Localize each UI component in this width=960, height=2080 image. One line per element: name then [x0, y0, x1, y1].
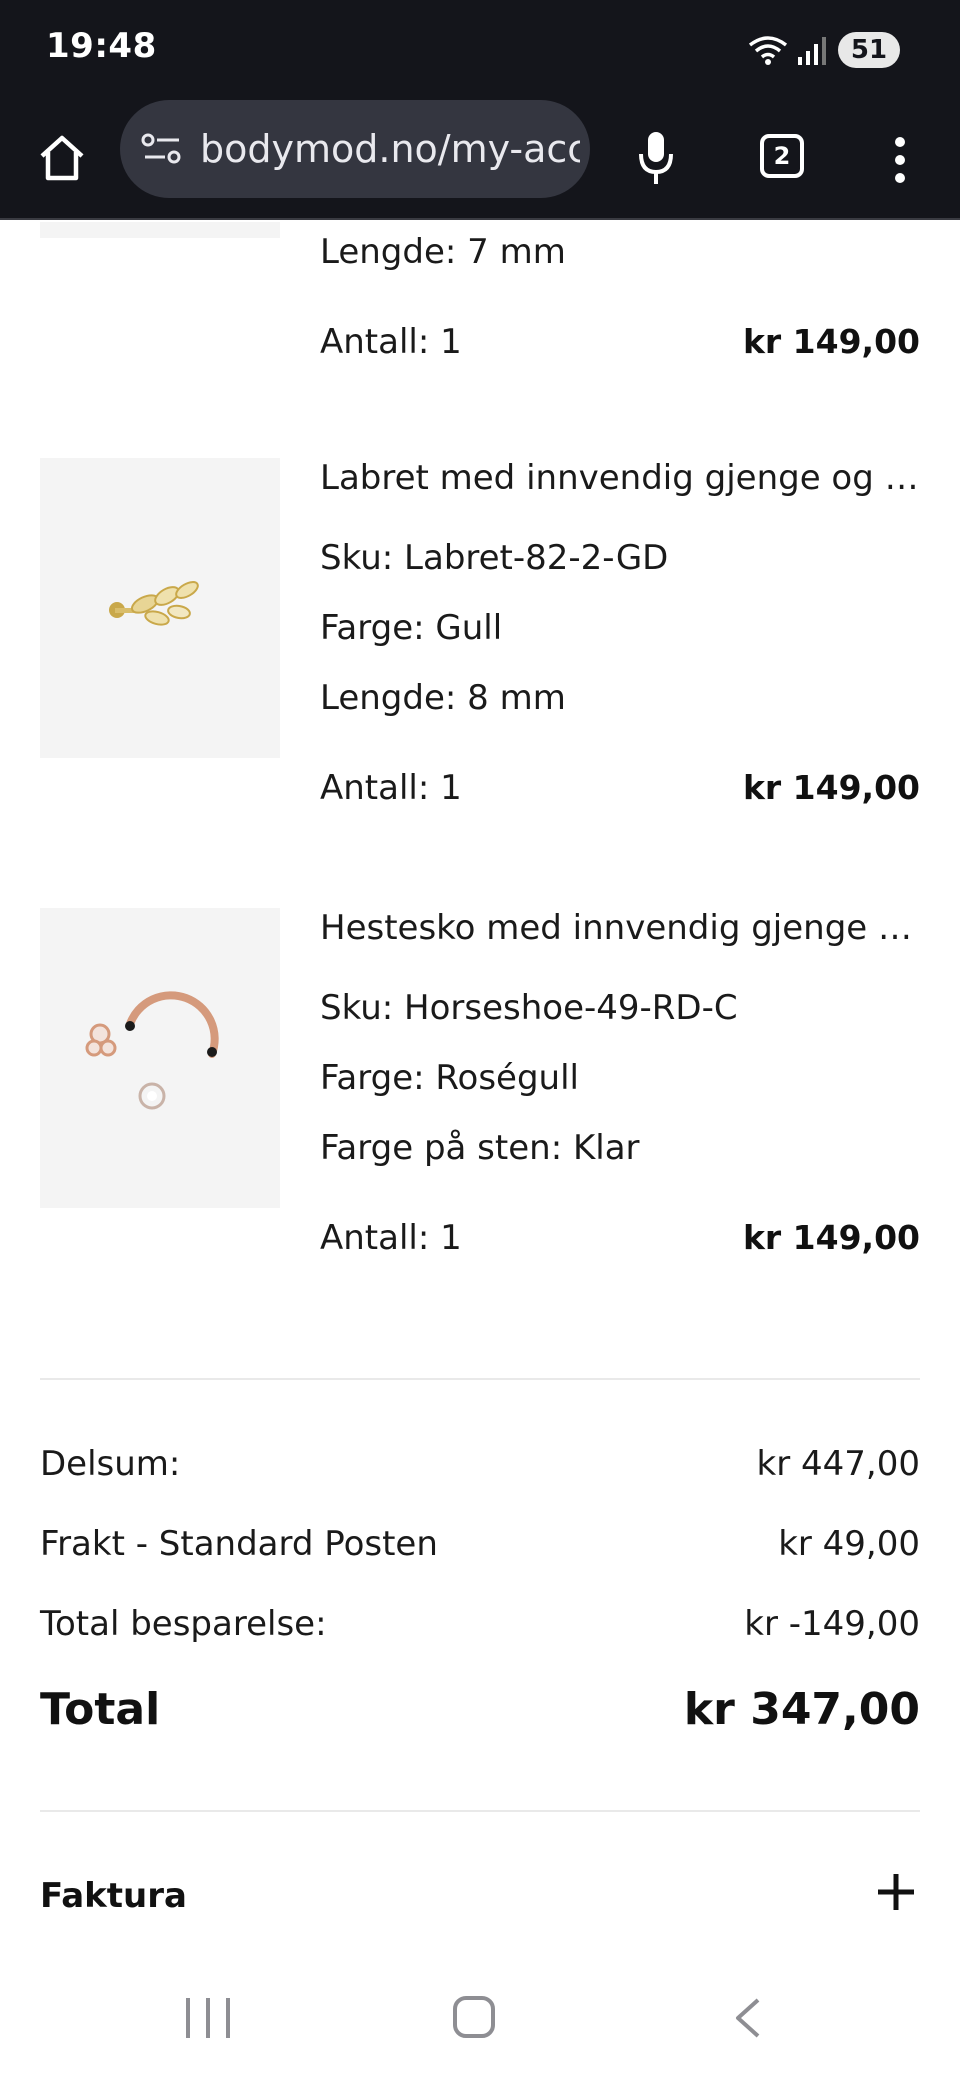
- shipping-label: Frakt - Standard Posten: [40, 1524, 438, 1564]
- system-home-button[interactable]: [453, 1996, 495, 2038]
- savings-row: Total besparelse: kr -149,00: [40, 1604, 920, 1644]
- status-bar: 19:48 51: [0, 0, 960, 100]
- more-vert-icon: [895, 137, 905, 183]
- home-icon: [40, 135, 84, 181]
- item-price: kr 149,00: [742, 768, 920, 807]
- total-value: kr 347,00: [683, 1684, 920, 1735]
- recent-apps-button[interactable]: [186, 1998, 230, 2042]
- browser-menu-button[interactable]: [870, 124, 930, 196]
- system-nav-bar: [0, 1970, 960, 2080]
- item-sku: Sku: Horseshoe-49-RD-C: [320, 988, 738, 1028]
- item-name[interactable]: Labret med innvendig gjenge og bl...: [320, 458, 920, 498]
- product-image: [40, 908, 280, 1208]
- total-row: Total kr 347,00: [40, 1684, 920, 1735]
- savings-label: Total besparelse:: [40, 1604, 327, 1644]
- url-text[interactable]: bodymod.no/my-acc: [200, 127, 580, 171]
- wifi-icon: [748, 36, 788, 65]
- divider: [40, 1810, 920, 1812]
- site-settings-icon[interactable]: [138, 125, 186, 173]
- item-length: Lengde: 7 mm: [320, 232, 566, 272]
- item-price: kr 149,00: [742, 322, 920, 361]
- product-image: [40, 222, 280, 238]
- item-color: Farge: Roségull: [320, 1058, 579, 1098]
- shipping-row: Frakt - Standard Posten kr 49,00: [40, 1524, 920, 1564]
- savings-value: kr -149,00: [744, 1604, 920, 1644]
- signal-icon: [798, 37, 826, 65]
- item-length: Lengde: 8 mm: [320, 678, 566, 718]
- status-time: 19:48: [46, 26, 157, 66]
- recent-apps-icon: [186, 1998, 190, 2038]
- address-bar[interactable]: bodymod.no/my-acc: [120, 100, 590, 198]
- product-image: [40, 458, 280, 758]
- status-icons: 51: [748, 30, 900, 70]
- item-name[interactable]: Hestesko med innvendig gjenge o...: [320, 908, 920, 948]
- total-label: Total: [40, 1684, 161, 1735]
- item-quantity: Antall: 1: [320, 322, 462, 362]
- labret-image: [109, 581, 199, 626]
- tab-switcher-button[interactable]: 2: [752, 126, 812, 186]
- home-button[interactable]: [30, 126, 94, 190]
- tab-count: 2: [760, 134, 804, 178]
- horseshoe-image: [85, 991, 219, 1110]
- divider: [40, 1378, 920, 1380]
- subtotal-row: Delsum: kr 447,00: [40, 1444, 920, 1484]
- item-price: kr 149,00: [742, 1218, 920, 1257]
- plus-icon[interactable]: [872, 1868, 920, 1916]
- microphone-icon: [639, 132, 673, 184]
- invoice-label: Faktura: [40, 1876, 187, 1916]
- subtotal-label: Delsum:: [40, 1444, 181, 1484]
- back-icon[interactable]: [728, 1996, 768, 2040]
- invoice-section-toggle[interactable]: Faktura: [40, 1868, 920, 1928]
- item-sku: Sku: Labret-82-2-GD: [320, 538, 669, 578]
- battery-indicator: 51: [838, 32, 900, 68]
- shipping-value: kr 49,00: [778, 1524, 920, 1564]
- item-stone-color: Farge på sten: Klar: [320, 1128, 640, 1168]
- voice-search-button[interactable]: [626, 122, 686, 194]
- item-color: Farge: Gull: [320, 608, 503, 648]
- browser-toolbar: bodymod.no/my-acc 2: [0, 100, 960, 220]
- subtotal-value: kr 447,00: [756, 1444, 920, 1484]
